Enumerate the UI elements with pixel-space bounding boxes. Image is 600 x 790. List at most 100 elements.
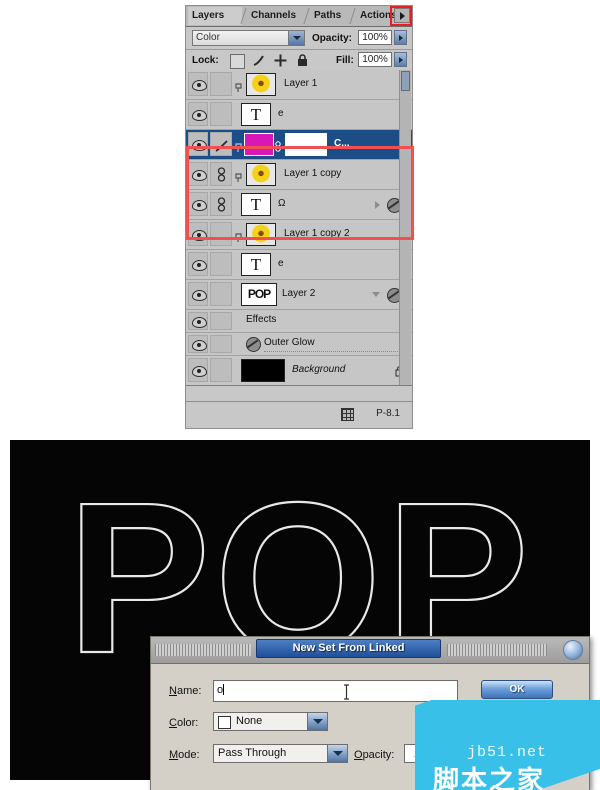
color-select[interactable]: None	[213, 712, 328, 731]
brush-icon	[215, 139, 228, 152]
effect-visibility-toggle[interactable]	[188, 335, 208, 353]
blend-mode-value: Color	[196, 32, 220, 43]
lock-position-icon[interactable]	[274, 54, 287, 67]
tab-paths[interactable]: Paths	[310, 7, 352, 25]
layer-visibility-toggle[interactable]	[188, 102, 208, 126]
effect-link-cell	[210, 335, 232, 353]
layer-thumbnail[interactable]	[246, 223, 276, 246]
eye-icon	[192, 80, 207, 91]
layer-link-cell[interactable]	[210, 358, 232, 382]
table-row[interactable]: T Ω	[186, 190, 412, 220]
collapse-effects-triangle-icon[interactable]	[372, 292, 380, 297]
mode-label: Mode:	[169, 749, 200, 761]
table-row[interactable]: Background	[186, 356, 412, 385]
layer-mask-thumbnail[interactable]	[285, 133, 327, 156]
effects-group-label: Effects	[246, 314, 277, 325]
opacity-slider-button[interactable]	[394, 30, 407, 45]
layer-visibility-toggle[interactable]	[188, 252, 208, 276]
layer-name: Layer 2	[282, 288, 316, 299]
layer-visibility-toggle[interactable]	[188, 132, 208, 156]
table-row[interactable]: T e	[186, 250, 412, 280]
color-select-value: None	[236, 715, 263, 727]
type-layer-thumbnail[interactable]: T	[241, 253, 271, 276]
help-orb-icon[interactable]	[563, 640, 583, 660]
layer-list-scrollbar[interactable]	[399, 70, 411, 385]
layer-link-cell[interactable]	[210, 72, 232, 96]
layer-edit-mode-cell[interactable]	[210, 132, 232, 156]
type-layer-thumbnail[interactable]: T	[241, 193, 271, 216]
layer-visibility-toggle[interactable]	[188, 358, 208, 382]
table-row[interactable]: Layer 1 copy 2	[186, 220, 412, 250]
dialog-titlebar[interactable]: New Set From Linked	[151, 637, 589, 664]
lock-image-pixels-icon[interactable]	[252, 54, 265, 67]
layer-link-cell[interactable]	[210, 252, 232, 276]
eye-icon	[192, 170, 207, 181]
layer-visibility-toggle[interactable]	[188, 162, 208, 186]
layer-link-cell[interactable]	[210, 192, 232, 216]
layer-thumbnail[interactable]	[246, 163, 276, 186]
tab-channels[interactable]: Channels	[247, 7, 305, 25]
mask-link-icon[interactable]	[274, 139, 282, 152]
chain-link-icon	[216, 167, 227, 183]
type-layer-thumbnail[interactable]: T	[241, 103, 271, 126]
blend-mode-select[interactable]: Color	[192, 30, 305, 46]
list-item[interactable]: Effects	[186, 310, 412, 333]
mode-select[interactable]: Pass Through	[213, 744, 348, 763]
scrollbar-thumb[interactable]	[401, 71, 410, 91]
effects-visibility-toggle[interactable]	[188, 312, 208, 330]
table-row[interactable]: POP Layer 2	[186, 280, 412, 310]
opacity-value[interactable]: 100%	[358, 30, 392, 45]
tab-layers[interactable]: Layers	[188, 7, 242, 25]
chevron-down-icon	[333, 751, 343, 756]
eye-icon	[192, 366, 207, 377]
layer-visibility-toggle[interactable]	[188, 222, 208, 246]
fill-value[interactable]: 100%	[358, 52, 392, 67]
layer-thumbnail[interactable]: POP	[241, 283, 277, 306]
watermark-english-text: jb51.net	[467, 744, 548, 761]
layer-name: e	[278, 108, 284, 119]
eye-icon	[192, 260, 207, 271]
color-swatch-none-icon	[218, 716, 231, 729]
layer-link-cell[interactable]	[210, 282, 232, 306]
lock-all-icon[interactable]	[296, 54, 309, 67]
fill-slider-button[interactable]	[394, 52, 407, 67]
name-input[interactable]: o	[213, 680, 458, 702]
table-row[interactable]: Layer 1 copy	[186, 160, 412, 190]
layer-name: e	[278, 258, 284, 269]
effect-name: Outer Glow	[264, 337, 315, 348]
tab-paths-label: Paths	[314, 10, 342, 21]
layer-name: Background	[292, 364, 346, 375]
layer-thumbnail[interactable]	[241, 359, 285, 382]
blend-mode-dropdown-arrow[interactable]	[288, 31, 304, 45]
ok-button[interactable]: OK	[481, 680, 553, 699]
layer-list[interactable]: Layer 1 T e C... Layer 1 copy T Ω Layer …	[186, 70, 412, 386]
mode-dropdown-arrow[interactable]	[327, 745, 347, 762]
highlight-box-menu-button	[390, 6, 412, 26]
dialog-opacity-label: Opacity:	[354, 749, 395, 761]
eye-icon	[192, 140, 207, 151]
mode-select-value: Pass Through	[218, 747, 287, 759]
table-row-selected[interactable]: C...	[186, 130, 412, 160]
chevron-right-icon	[399, 57, 403, 63]
layer-visibility-toggle[interactable]	[188, 282, 208, 306]
titlebar-ridges-left	[155, 644, 251, 656]
text-caret	[223, 684, 225, 695]
eye-icon	[192, 290, 207, 301]
list-item[interactable]: Outer Glow	[186, 333, 412, 356]
layer-visibility-toggle[interactable]	[188, 192, 208, 216]
fill-label: Fill:	[336, 55, 354, 66]
layer-thumbnail[interactable]	[244, 133, 274, 156]
layer-link-cell[interactable]	[210, 222, 232, 246]
layer-visibility-toggle[interactable]	[188, 72, 208, 96]
expand-effects-triangle-icon[interactable]	[375, 201, 380, 209]
chevron-down-icon	[313, 719, 323, 724]
layer-link-cell[interactable]	[210, 162, 232, 186]
color-dropdown-arrow[interactable]	[307, 713, 327, 730]
table-row[interactable]: T e	[186, 100, 412, 130]
lock-transparent-pixels-icon[interactable]	[230, 54, 245, 69]
table-row[interactable]: Layer 1	[186, 70, 412, 100]
effects-link-cell	[210, 312, 232, 330]
layer-link-cell[interactable]	[210, 102, 232, 126]
palette-tab-row: Layers Channels Paths Actions	[186, 6, 412, 27]
layer-thumbnail[interactable]	[246, 73, 276, 96]
